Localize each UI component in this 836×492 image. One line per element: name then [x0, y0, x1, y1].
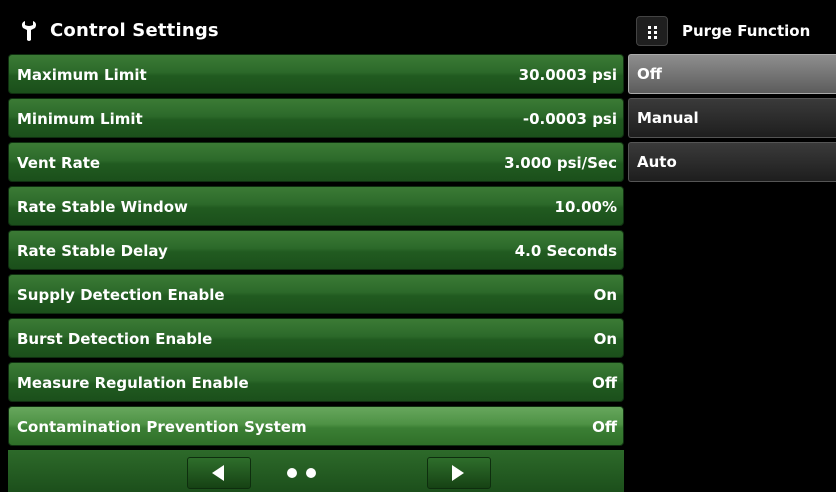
option-off[interactable]: Off — [628, 54, 836, 94]
setting-label: Supply Detection Enable — [17, 286, 225, 304]
setting-label: Minimum Limit — [17, 110, 143, 128]
purge-options: Off Manual Auto — [628, 54, 836, 186]
setting-label: Contamination Prevention System — [17, 418, 307, 436]
setting-label: Maximum Limit — [17, 66, 147, 84]
page-dot — [306, 468, 316, 478]
setting-row-burst-detection[interactable]: Burst Detection Enable On — [8, 318, 624, 358]
arrow-left-icon — [212, 465, 224, 481]
page-navigation — [8, 450, 624, 492]
setting-row-contamination-prevention[interactable]: Contamination Prevention System Off — [8, 406, 624, 446]
setting-row-supply-detection[interactable]: Supply Detection Enable On — [8, 274, 624, 314]
setting-value: 30.0003 psi — [518, 66, 617, 84]
setting-row-measure-regulation[interactable]: Measure Regulation Enable Off — [8, 362, 624, 402]
next-page-button[interactable] — [427, 457, 491, 489]
setting-value: 4.0 Seconds — [514, 242, 617, 260]
setting-value: Off — [592, 418, 617, 436]
panel-title: Purge Function — [682, 22, 811, 40]
setting-value: Off — [592, 374, 617, 392]
grid-menu-icon — [648, 26, 657, 39]
option-auto[interactable]: Auto — [628, 142, 836, 182]
setting-label: Vent Rate — [17, 154, 101, 172]
setting-value: On — [593, 286, 617, 304]
setting-value: 10.00% — [554, 198, 617, 216]
setting-row-vent-rate[interactable]: Vent Rate 3.000 psi/Sec — [8, 142, 624, 182]
option-manual[interactable]: Manual — [628, 98, 836, 138]
page-title: Control Settings — [50, 20, 219, 41]
setting-row-rate-stable-delay[interactable]: Rate Stable Delay 4.0 Seconds — [8, 230, 624, 270]
setting-label: Measure Regulation Enable — [17, 374, 249, 392]
settings-list: Maximum Limit 30.0003 psi Minimum Limit … — [8, 54, 624, 450]
previous-page-button[interactable] — [187, 457, 251, 489]
screen-header: Control Settings — [8, 8, 625, 54]
page-indicator — [287, 468, 321, 478]
arrow-right-icon — [452, 465, 464, 481]
purge-function-header: Purge Function — [628, 8, 836, 54]
menu-button[interactable] — [636, 16, 668, 46]
setting-label: Rate Stable Delay — [17, 242, 168, 260]
setting-row-minimum-limit[interactable]: Minimum Limit -0.0003 psi — [8, 98, 624, 138]
setting-value: On — [593, 330, 617, 348]
setting-value: -0.0003 psi — [522, 110, 617, 128]
setting-row-maximum-limit[interactable]: Maximum Limit 30.0003 psi — [8, 54, 624, 94]
setting-label: Rate Stable Window — [17, 198, 188, 216]
wrench-icon — [21, 21, 37, 41]
page-dot — [287, 468, 297, 478]
setting-row-rate-stable-window[interactable]: Rate Stable Window 10.00% — [8, 186, 624, 226]
setting-value: 3.000 psi/Sec — [504, 154, 617, 172]
setting-label: Burst Detection Enable — [17, 330, 213, 348]
